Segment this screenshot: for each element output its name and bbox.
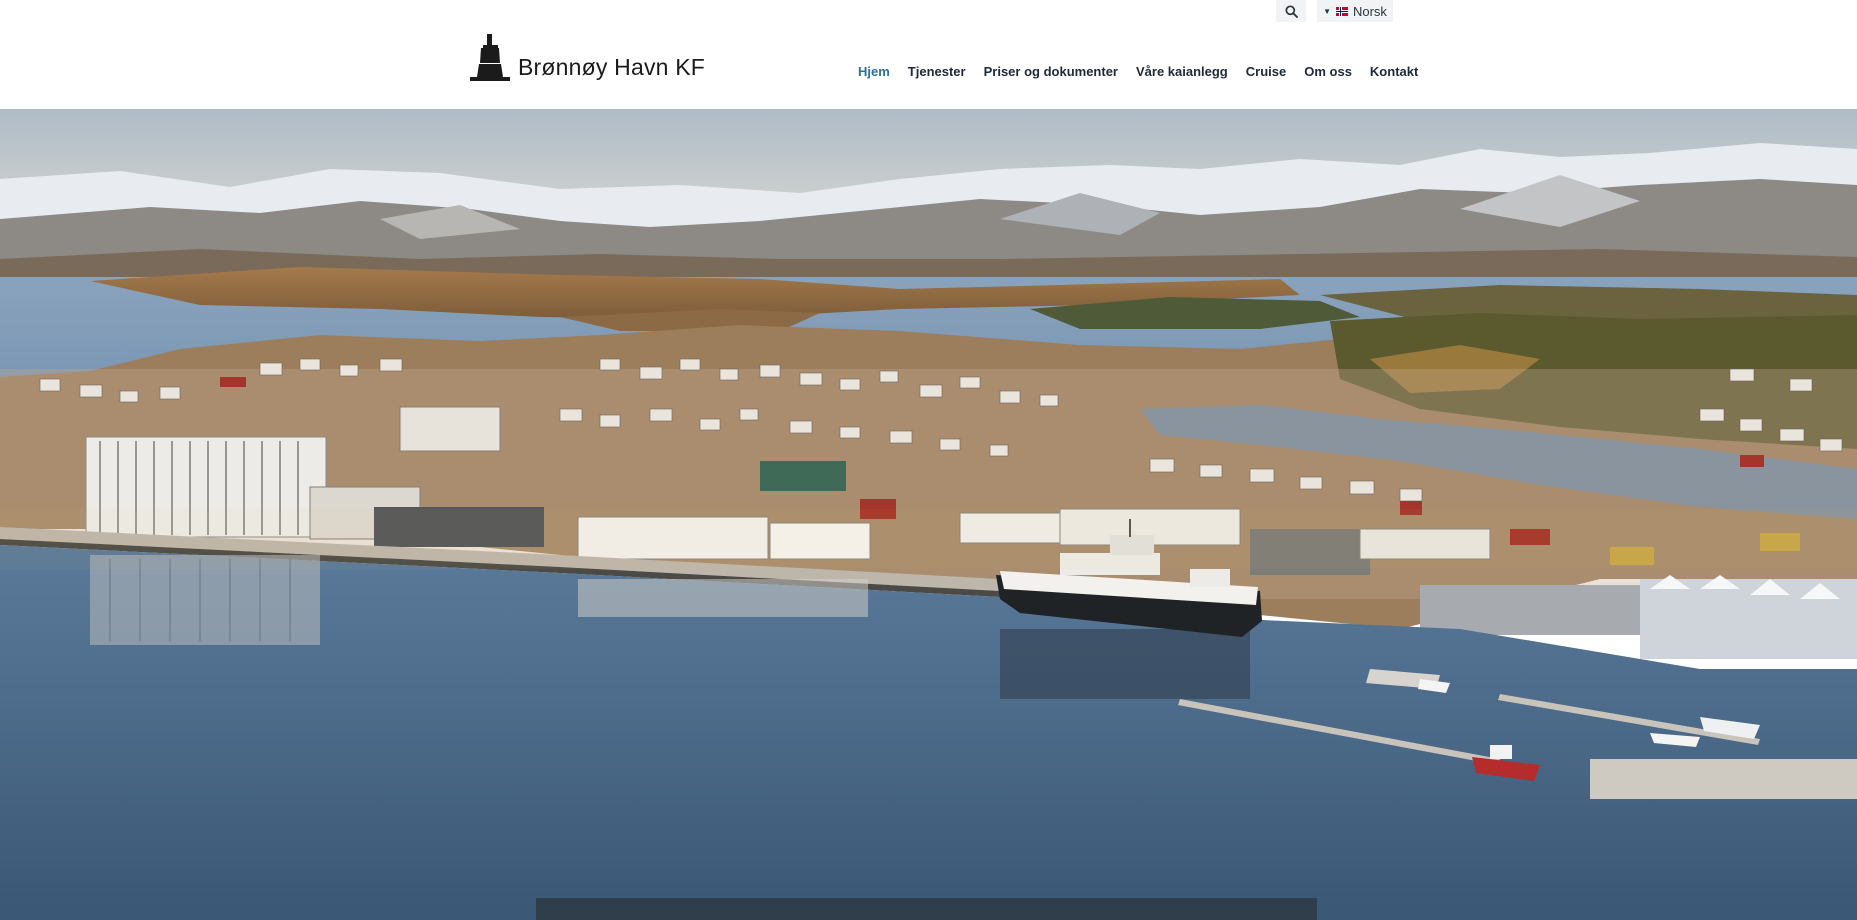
norway-flag-icon xyxy=(1335,6,1348,16)
logo-text: Brønnøy Havn KF xyxy=(518,54,706,80)
site-logo[interactable]: Brønnøy Havn KF xyxy=(470,33,705,81)
main-nav: Hjem Tjenester Priser og dokumenter Våre… xyxy=(858,64,1418,79)
aerial-harbor-town-photo xyxy=(0,109,1857,920)
nav-item-om-oss[interactable]: Om oss xyxy=(1304,64,1352,79)
hero-caption-bar xyxy=(536,898,1317,920)
chevron-down-icon: ▼ xyxy=(1323,6,1331,16)
nav-item-hjem[interactable]: Hjem xyxy=(858,64,890,79)
nav-item-vare-kaianlegg[interactable]: Våre kaianlegg xyxy=(1136,64,1228,79)
language-label: Norsk xyxy=(1352,3,1387,19)
search-icon xyxy=(1284,4,1298,18)
search-button[interactable] xyxy=(1276,0,1306,22)
nav-item-tjenester[interactable]: Tjenester xyxy=(908,64,966,79)
language-selector[interactable]: ▼ Norsk xyxy=(1317,0,1393,22)
nav-item-priser-og-dokumenter[interactable]: Priser og dokumenter xyxy=(984,64,1118,79)
lighthouse-logo-icon xyxy=(470,34,510,81)
nav-item-cruise[interactable]: Cruise xyxy=(1246,64,1286,79)
nav-item-kontakt[interactable]: Kontakt xyxy=(1370,64,1418,79)
hero-image xyxy=(0,109,1857,920)
